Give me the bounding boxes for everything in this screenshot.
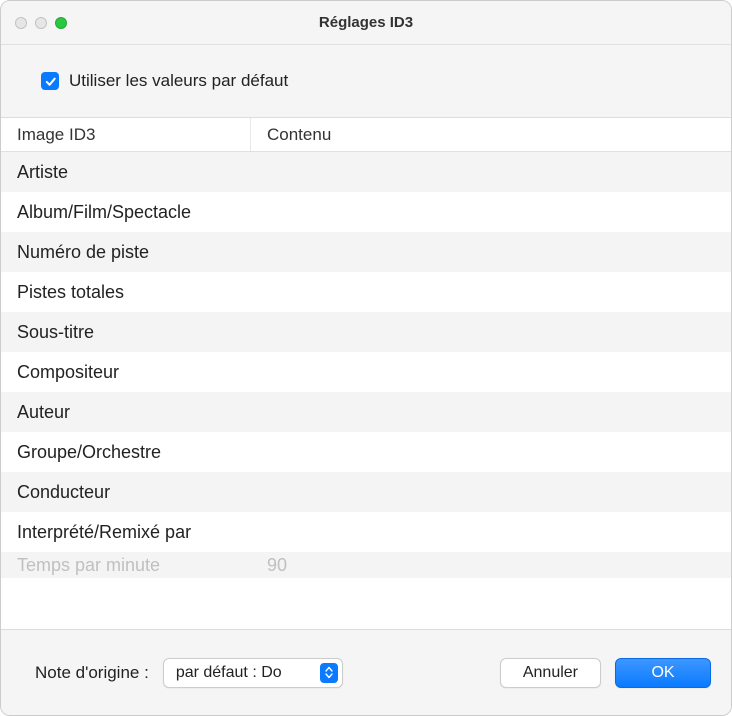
row-label: Numéro de piste	[1, 242, 251, 263]
row-label: Auteur	[1, 402, 251, 423]
zoom-window-button[interactable]	[55, 17, 67, 29]
row-label: Artiste	[1, 162, 251, 183]
table-row[interactable]: Interprété/Remixé par	[1, 512, 731, 552]
row-label: Compositeur	[1, 362, 251, 383]
column-header-content[interactable]: Contenu	[251, 125, 731, 145]
origin-note-value: par défaut : Do	[176, 664, 314, 682]
origin-note-label: Note d'origine :	[35, 663, 149, 683]
use-defaults-label: Utiliser les valeurs par défaut	[69, 71, 288, 91]
id3-table: Image ID3 Contenu Artiste Album/Film/Spec…	[1, 118, 731, 629]
origin-note-popup[interactable]: par défaut : Do	[163, 658, 343, 688]
table-row[interactable]: Numéro de piste	[1, 232, 731, 272]
titlebar: Réglages ID3	[1, 1, 731, 45]
row-label: Interprété/Remixé par	[1, 522, 251, 543]
window-title: Réglages ID3	[1, 14, 731, 31]
use-defaults-checkbox-row[interactable]: Utiliser les valeurs par défaut	[41, 71, 711, 91]
row-label: Groupe/Orchestre	[1, 442, 251, 463]
cancel-button[interactable]: Annuler	[500, 658, 601, 688]
row-label: Temps par minute	[1, 555, 251, 576]
table-row[interactable]: Compositeur	[1, 352, 731, 392]
row-label: Conducteur	[1, 482, 251, 503]
table-row[interactable]: Auteur	[1, 392, 731, 432]
settings-window: Réglages ID3 Utiliser les valeurs par dé…	[0, 0, 732, 716]
row-content[interactable]: 90	[251, 555, 731, 576]
minimize-window-button[interactable]	[35, 17, 47, 29]
table-row[interactable]: Pistes totales	[1, 272, 731, 312]
chevron-up-down-icon	[320, 663, 338, 683]
table-row[interactable]: Sous-titre	[1, 312, 731, 352]
table-row[interactable]: Album/Film/Spectacle	[1, 192, 731, 232]
checkmark-icon	[44, 75, 57, 88]
ok-button[interactable]: OK	[615, 658, 711, 688]
row-label: Album/Film/Spectacle	[1, 202, 251, 223]
close-window-button[interactable]	[15, 17, 27, 29]
column-header-image[interactable]: Image ID3	[1, 118, 251, 151]
defaults-section: Utiliser les valeurs par défaut	[1, 45, 731, 118]
table-header: Image ID3 Contenu	[1, 118, 731, 152]
row-label: Sous-titre	[1, 322, 251, 343]
table-body[interactable]: Artiste Album/Film/Spectacle Numéro de pis…	[1, 152, 731, 629]
row-label: Pistes totales	[1, 282, 251, 303]
bottom-bar: Note d'origine : par défaut : Do Annuler…	[1, 629, 731, 715]
table-row[interactable]: Groupe/Orchestre	[1, 432, 731, 472]
traffic-lights	[1, 17, 67, 29]
table-row[interactable]: Conducteur	[1, 472, 731, 512]
use-defaults-checkbox[interactable]	[41, 72, 59, 90]
table-row[interactable]: Artiste	[1, 152, 731, 192]
table-row[interactable]: Temps par minute90	[1, 552, 731, 578]
